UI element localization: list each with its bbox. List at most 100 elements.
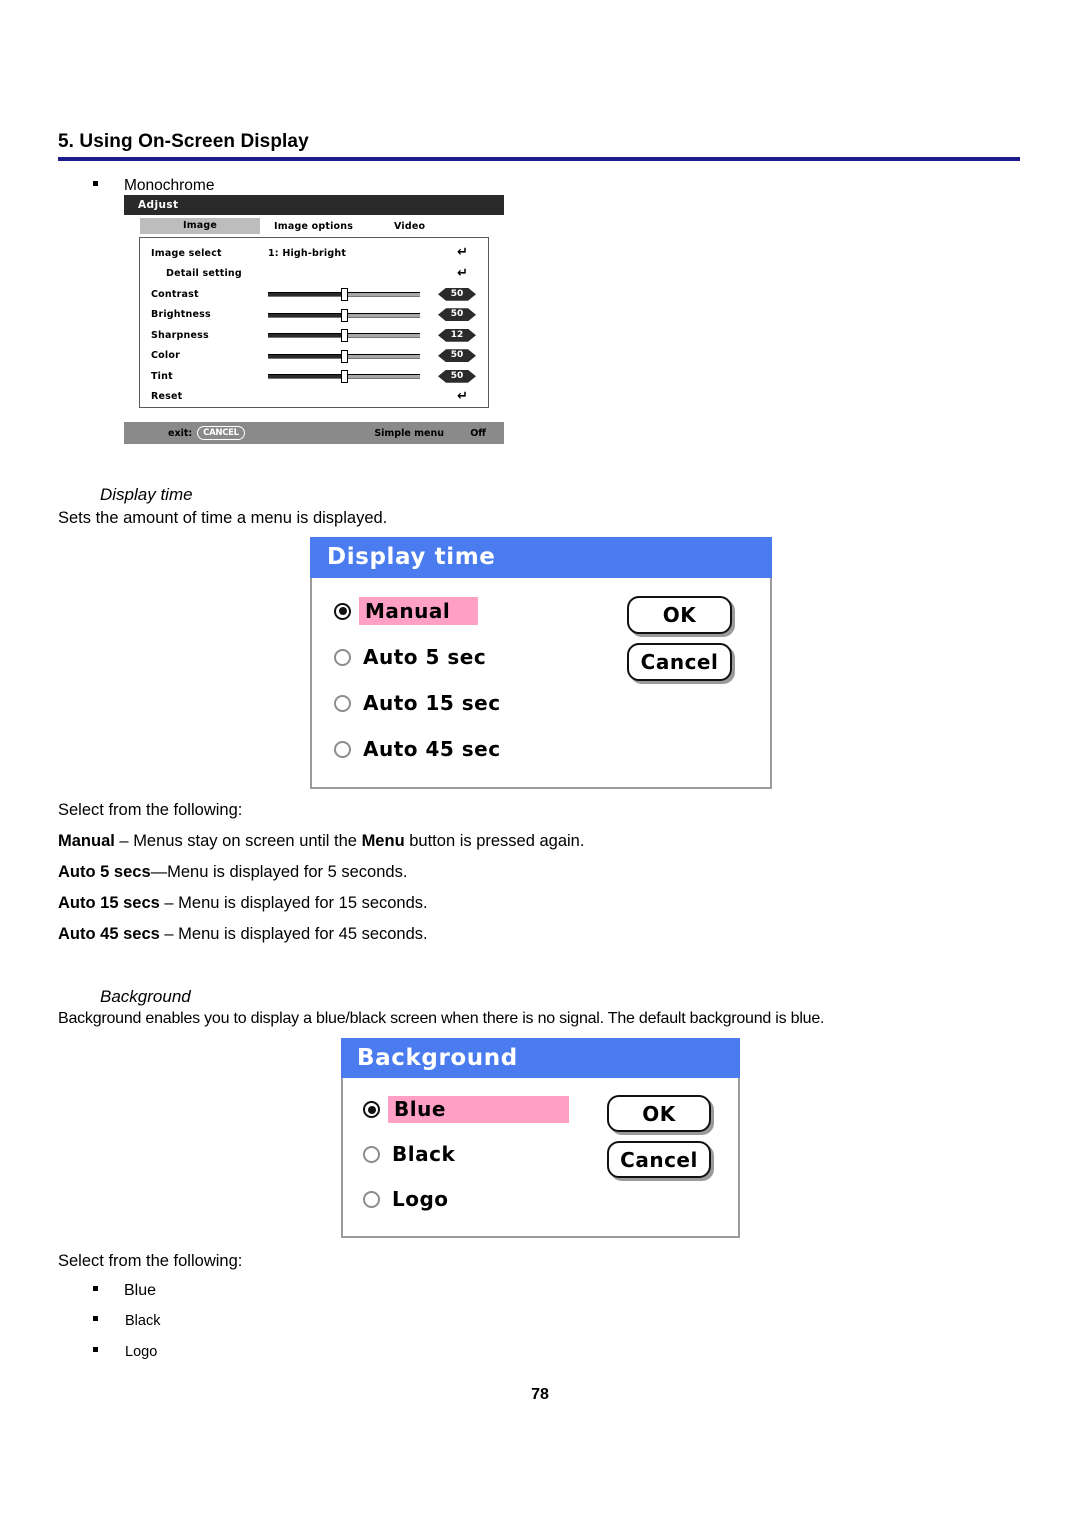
radio-selected-icon[interactable] bbox=[363, 1101, 380, 1118]
osd-label: Image select bbox=[151, 247, 222, 259]
description-text: – Menu is displayed for 15 seconds. bbox=[159, 894, 428, 912]
tab-video[interactable]: Video bbox=[380, 221, 470, 232]
radio-unselected-icon[interactable] bbox=[363, 1191, 380, 1208]
slider-thumb[interactable] bbox=[341, 288, 348, 302]
tint-value-badge: 50 bbox=[438, 370, 476, 383]
osd-row-tint[interactable]: Tint 50 bbox=[140, 366, 488, 387]
osd-adjust-menu: Adjust Image Image options Video Image s… bbox=[124, 195, 504, 444]
sharpness-slider[interactable] bbox=[268, 329, 420, 343]
osd-label: Tint bbox=[151, 370, 173, 382]
radio-option-label: Logo bbox=[392, 1187, 449, 1211]
square-bullet-icon bbox=[93, 181, 98, 186]
tab-image-options[interactable]: Image options bbox=[260, 221, 380, 232]
term-auto-45-secs: Auto 45 secs bbox=[58, 925, 160, 943]
radio-option-label: Auto 15 sec bbox=[363, 691, 501, 715]
description-auto-45-secs: Auto 45 secs – Menu is displayed for 45 … bbox=[58, 924, 428, 944]
dialog-title-bar: Display time bbox=[310, 537, 772, 578]
description-text: —Menu is displayed for 5 seconds. bbox=[150, 863, 408, 881]
emphasis-menu: Menu bbox=[361, 832, 405, 850]
osd-row-image-select[interactable]: Image select 1: High-bright ↵ bbox=[140, 243, 488, 264]
dialog-body: Manual Auto 5 sec Auto 15 sec Auto 45 se… bbox=[310, 578, 772, 789]
radio-unselected-icon[interactable] bbox=[334, 694, 351, 712]
radio-selected-icon[interactable] bbox=[334, 602, 351, 620]
list-item-logo: Logo bbox=[93, 1344, 157, 1360]
osd-row-color[interactable]: Color 50 bbox=[140, 346, 488, 367]
radio-unselected-icon[interactable] bbox=[334, 648, 351, 666]
radio-option-auto-5-sec[interactable]: Auto 5 sec bbox=[334, 643, 486, 671]
contrast-slider[interactable] bbox=[268, 288, 420, 302]
background-dialog: Background Blue Black Logo OK Cancel bbox=[341, 1038, 740, 1238]
cancel-button[interactable]: Cancel bbox=[627, 643, 732, 681]
square-bullet-icon bbox=[93, 1286, 98, 1291]
simple-menu-value: Off bbox=[470, 427, 486, 439]
radio-option-auto-15-sec[interactable]: Auto 15 sec bbox=[334, 689, 501, 717]
square-bullet-icon bbox=[93, 1316, 98, 1321]
radio-unselected-icon[interactable] bbox=[363, 1146, 380, 1163]
slider-thumb[interactable] bbox=[341, 308, 348, 322]
radio-option-label: Black bbox=[392, 1142, 456, 1166]
cancel-button[interactable]: Cancel bbox=[607, 1141, 711, 1178]
slider-thumb[interactable] bbox=[341, 370, 348, 384]
list-item-label: Logo bbox=[125, 1344, 158, 1360]
dialog-title-bar: Background bbox=[341, 1038, 740, 1078]
osd-row-brightness[interactable]: Brightness 50 bbox=[140, 305, 488, 326]
list-item-label: Black bbox=[125, 1313, 161, 1329]
list-item-black: Black bbox=[93, 1313, 160, 1329]
color-slider[interactable] bbox=[268, 349, 420, 363]
display-time-intro: Sets the amount of time a menu is displa… bbox=[58, 509, 388, 527]
osd-row-reset[interactable]: Reset ↵ bbox=[140, 387, 488, 408]
sharpness-value-badge: 12 bbox=[438, 329, 476, 342]
description-tail: button is pressed again. bbox=[404, 832, 585, 850]
exit-label: exit: bbox=[168, 427, 193, 439]
header-rule bbox=[58, 157, 1020, 161]
tab-image[interactable]: Image bbox=[140, 218, 260, 234]
osd-value: 1: High-bright bbox=[268, 247, 347, 259]
ok-button[interactable]: OK bbox=[607, 1095, 711, 1132]
enter-arrow-icon[interactable]: ↵ bbox=[457, 246, 468, 259]
osd-label: Reset bbox=[151, 391, 183, 403]
contrast-value-badge: 50 bbox=[438, 288, 476, 301]
osd-label: Sharpness bbox=[151, 329, 209, 341]
ok-button[interactable]: OK bbox=[627, 596, 732, 634]
radio-option-label: Auto 5 sec bbox=[363, 645, 487, 669]
osd-row-detail-setting[interactable]: Detail setting ↵ bbox=[140, 264, 488, 285]
slider-thumb[interactable] bbox=[341, 329, 348, 343]
radio-option-logo[interactable]: Logo bbox=[363, 1186, 449, 1213]
radio-option-label: Blue bbox=[388, 1096, 569, 1123]
radio-option-auto-45-sec[interactable]: Auto 45 sec bbox=[334, 735, 501, 763]
tint-slider[interactable] bbox=[268, 370, 420, 384]
list-item-monochrome: Monochrome bbox=[93, 177, 214, 195]
list-item-label: Monochrome bbox=[124, 177, 215, 194]
brightness-slider[interactable] bbox=[268, 308, 420, 322]
list-item-blue: Blue bbox=[93, 1282, 156, 1300]
description-text: – Menu is displayed for 45 seconds. bbox=[159, 925, 428, 943]
dialog-body: Blue Black Logo OK Cancel bbox=[341, 1078, 740, 1238]
osd-row-contrast[interactable]: Contrast 50 bbox=[140, 284, 488, 305]
color-value-badge: 50 bbox=[438, 349, 476, 362]
slider-thumb[interactable] bbox=[341, 349, 348, 363]
simple-menu-label: Simple menu bbox=[374, 427, 444, 439]
display-time-select-prompt: Select from the following: bbox=[58, 801, 243, 819]
osd-label: Contrast bbox=[151, 288, 199, 300]
display-time-dialog: Display time Manual Auto 5 sec Auto 15 s… bbox=[310, 537, 772, 789]
cancel-key-badge[interactable]: CANCEL bbox=[197, 426, 245, 440]
section-heading-display-time: Display time bbox=[100, 485, 193, 504]
osd-tab-bar: Image Image options Video bbox=[124, 215, 504, 237]
osd-row-sharpness[interactable]: Sharpness 12 bbox=[140, 325, 488, 346]
radio-option-black[interactable]: Black bbox=[363, 1141, 455, 1168]
brightness-value-badge: 50 bbox=[438, 308, 476, 321]
osd-label: Color bbox=[151, 350, 180, 362]
radio-option-blue[interactable]: Blue bbox=[363, 1096, 569, 1123]
section-heading-background: Background bbox=[100, 987, 191, 1006]
radio-option-manual[interactable]: Manual bbox=[334, 597, 479, 625]
background-intro: Background enables you to display a blue… bbox=[58, 1010, 825, 1027]
list-item-label: Blue bbox=[124, 1282, 157, 1299]
radio-unselected-icon[interactable] bbox=[334, 740, 351, 758]
term-manual: Manual bbox=[58, 832, 115, 850]
description-text: – Menus stay on screen until the bbox=[114, 832, 362, 850]
osd-label: Detail setting bbox=[166, 268, 242, 280]
page-header: 5. Using On-Screen Display bbox=[58, 131, 1020, 161]
enter-arrow-icon[interactable]: ↵ bbox=[457, 390, 468, 403]
background-select-prompt: Select from the following: bbox=[58, 1252, 243, 1270]
enter-arrow-icon[interactable]: ↵ bbox=[457, 267, 468, 280]
